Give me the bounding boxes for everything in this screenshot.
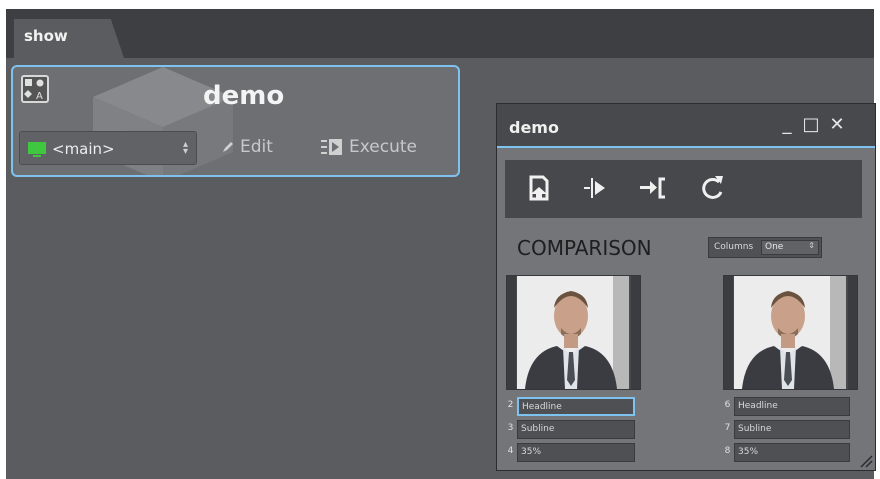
maximize-button[interactable]: □ xyxy=(801,114,821,136)
field-value: Headline xyxy=(738,401,778,411)
step-forward-icon[interactable] xyxy=(580,172,612,204)
right-field-row: 7 Subline xyxy=(723,420,853,439)
field-input[interactable]: 35% xyxy=(517,443,635,462)
left-field-row: 4 35% xyxy=(506,443,636,462)
field-number: 6 xyxy=(724,400,731,410)
field-number: 3 xyxy=(507,423,514,433)
template-title: demo xyxy=(203,81,285,111)
execute-button[interactable]: Execute xyxy=(321,137,417,161)
right-field-row: 8 35% xyxy=(723,443,853,462)
jump-to-bracket-icon[interactable] xyxy=(637,172,669,204)
left-field-row: 3 Subline xyxy=(506,420,636,439)
channel-select[interactable]: <main> ▴ ▾ xyxy=(19,131,197,165)
photo-rail xyxy=(507,276,516,389)
field-number: 7 xyxy=(724,423,731,433)
left-field-row: 2 Headline xyxy=(506,397,636,416)
template-card[interactable]: A demo <main> ▴ ▾ Edit Execute xyxy=(11,65,460,177)
field-value: 35% xyxy=(738,447,759,457)
right-field-row: 6 Headline xyxy=(723,397,853,416)
field-value: Subline xyxy=(521,424,555,434)
tab-show[interactable]: show xyxy=(14,19,124,58)
field-value: Headline xyxy=(522,402,562,412)
demo-window: demo _ □ ✕ COMPARISON Columns One ⇕ 2 He… xyxy=(496,103,876,471)
columns-label: Columns xyxy=(714,242,754,252)
window-titlebar[interactable]: demo _ □ ✕ xyxy=(497,104,875,148)
edit-label: Edit xyxy=(240,137,273,157)
field-value: Subline xyxy=(738,424,772,434)
resize-grip-icon[interactable] xyxy=(857,452,873,468)
right-photo-frame[interactable] xyxy=(723,275,858,390)
updown-arrows-icon: ▴ ▾ xyxy=(182,139,188,157)
portrait-photo xyxy=(517,276,629,389)
left-photo-frame[interactable] xyxy=(506,275,641,390)
columns-select[interactable]: One ⇕ xyxy=(761,240,819,255)
page-arrow-icon[interactable] xyxy=(523,172,555,204)
field-number: 8 xyxy=(724,446,731,456)
edit-button[interactable]: Edit xyxy=(221,137,273,161)
window-title: demo xyxy=(509,118,559,137)
template-type-icon: A xyxy=(21,75,49,103)
execute-icon xyxy=(321,139,342,155)
channel-value: <main> xyxy=(52,140,115,158)
comparison-label: COMPARISON xyxy=(517,236,652,260)
columns-value: One xyxy=(765,242,784,252)
refresh-icon[interactable] xyxy=(697,172,729,204)
field-input[interactable]: Headline xyxy=(734,397,850,416)
field-input[interactable]: 35% xyxy=(734,443,850,462)
photo-rail xyxy=(631,276,640,389)
updown-arrows-icon: ⇕ xyxy=(808,241,815,250)
portrait-photo xyxy=(734,276,846,389)
tab-strip: show xyxy=(6,9,874,58)
field-number: 2 xyxy=(507,400,514,410)
field-value: 35% xyxy=(521,447,542,457)
field-input[interactable]: Subline xyxy=(517,420,635,439)
window-toolbar xyxy=(505,160,862,218)
minimize-button[interactable]: _ xyxy=(777,114,797,136)
tab-show-label: show xyxy=(24,27,68,45)
field-input[interactable]: Headline xyxy=(517,397,635,416)
monitor-icon xyxy=(28,142,46,157)
field-number: 4 xyxy=(507,446,514,456)
columns-control: Columns One ⇕ xyxy=(708,237,822,258)
photo-rail xyxy=(848,276,857,389)
pencil-icon xyxy=(223,142,233,152)
close-button[interactable]: ✕ xyxy=(827,114,847,136)
execute-label: Execute xyxy=(349,137,417,157)
svg-text:A: A xyxy=(36,91,43,101)
photo-rail xyxy=(724,276,733,389)
field-input[interactable]: Subline xyxy=(734,420,850,439)
app-canvas: show A demo <main> ▴ ▾ Edit Execute demo… xyxy=(6,9,876,479)
